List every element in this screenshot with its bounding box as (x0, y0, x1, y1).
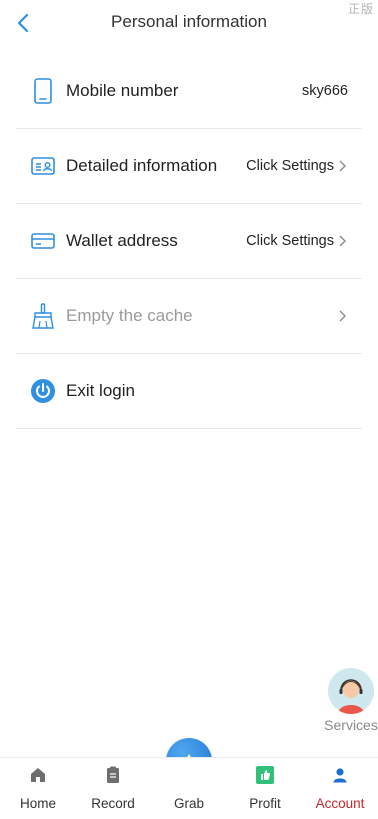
tab-home-label: Home (19, 796, 56, 811)
services-button[interactable]: Services (324, 668, 378, 733)
mobile-number-label: Mobile number (66, 81, 179, 100)
services-label: Services (324, 717, 378, 733)
exit-login-label: Exit login (66, 381, 135, 400)
tab-grab[interactable]: Grab (151, 758, 227, 819)
detailed-information-value: Click Settings (246, 158, 334, 174)
wallet-address-label: Wallet address (66, 231, 178, 250)
power-icon (30, 378, 56, 404)
chevron-right-icon (338, 309, 348, 323)
home-icon (30, 766, 46, 784)
settings-list: Mobile number sky666 Detailed informatio… (16, 54, 362, 429)
phone-icon (30, 78, 56, 104)
person-icon (332, 766, 348, 784)
tab-account-label: Account (315, 796, 365, 811)
chevron-right-icon (338, 159, 348, 173)
tab-profit-label: Profit (249, 796, 281, 811)
header: Personal information 正版 (0, 0, 378, 46)
page-title: Personal information (111, 12, 267, 31)
tab-home[interactable]: Home (0, 758, 76, 819)
detailed-information-row[interactable]: Detailed information Click Settings (16, 129, 362, 204)
bottom-tab-bar: Home Record Grab Profit Account (0, 757, 378, 819)
tab-profit[interactable]: Profit (227, 758, 303, 819)
tab-account[interactable]: Account (302, 758, 378, 819)
tab-record[interactable]: Record (75, 758, 151, 819)
tab-grab-label: Grab (173, 796, 204, 811)
clipboard-icon (106, 766, 120, 784)
empty-cache-label: Empty the cache (66, 306, 193, 325)
customer-service-avatar-icon (328, 668, 374, 714)
thumbs-up-icon (256, 766, 274, 784)
mobile-number-row[interactable]: Mobile number sky666 (16, 54, 362, 129)
chevron-right-icon (338, 234, 348, 248)
detailed-information-label: Detailed information (66, 156, 218, 175)
broom-icon (30, 303, 56, 329)
corner-mark: 正版 (347, 2, 374, 16)
wallet-card-icon (30, 228, 56, 254)
tab-record-label: Record (91, 796, 135, 811)
id-card-icon (30, 153, 56, 179)
exit-login-row[interactable]: Exit login (16, 354, 362, 429)
personal-information-page: Personal information 正版 Mobile number sk… (0, 0, 378, 819)
mobile-number-value: sky666 (302, 83, 348, 99)
empty-cache-row[interactable]: Empty the cache (16, 279, 362, 354)
wallet-address-value: Click Settings (246, 233, 334, 249)
wallet-address-row[interactable]: Wallet address Click Settings (16, 204, 362, 279)
